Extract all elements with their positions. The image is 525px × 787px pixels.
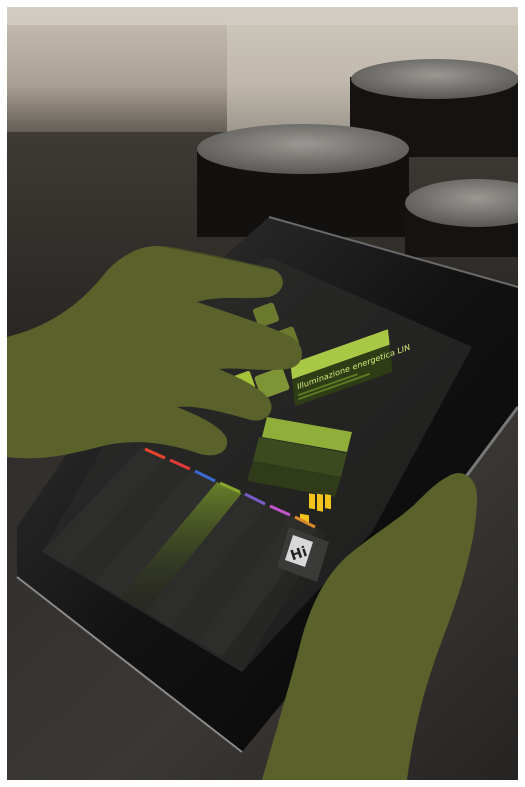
photo-scene: Illuminazione energetica LIN Hi bbox=[7, 7, 518, 780]
stool-front-right bbox=[405, 179, 518, 257]
photograph: Illuminazione energetica LIN Hi bbox=[7, 7, 518, 780]
level-bar-1 bbox=[309, 493, 315, 510]
photo-frame: Illuminazione energetica LIN Hi bbox=[0, 0, 525, 787]
level-bar-3 bbox=[325, 494, 331, 510]
level-bar-2 bbox=[317, 493, 323, 512]
stool-middle bbox=[197, 124, 409, 237]
